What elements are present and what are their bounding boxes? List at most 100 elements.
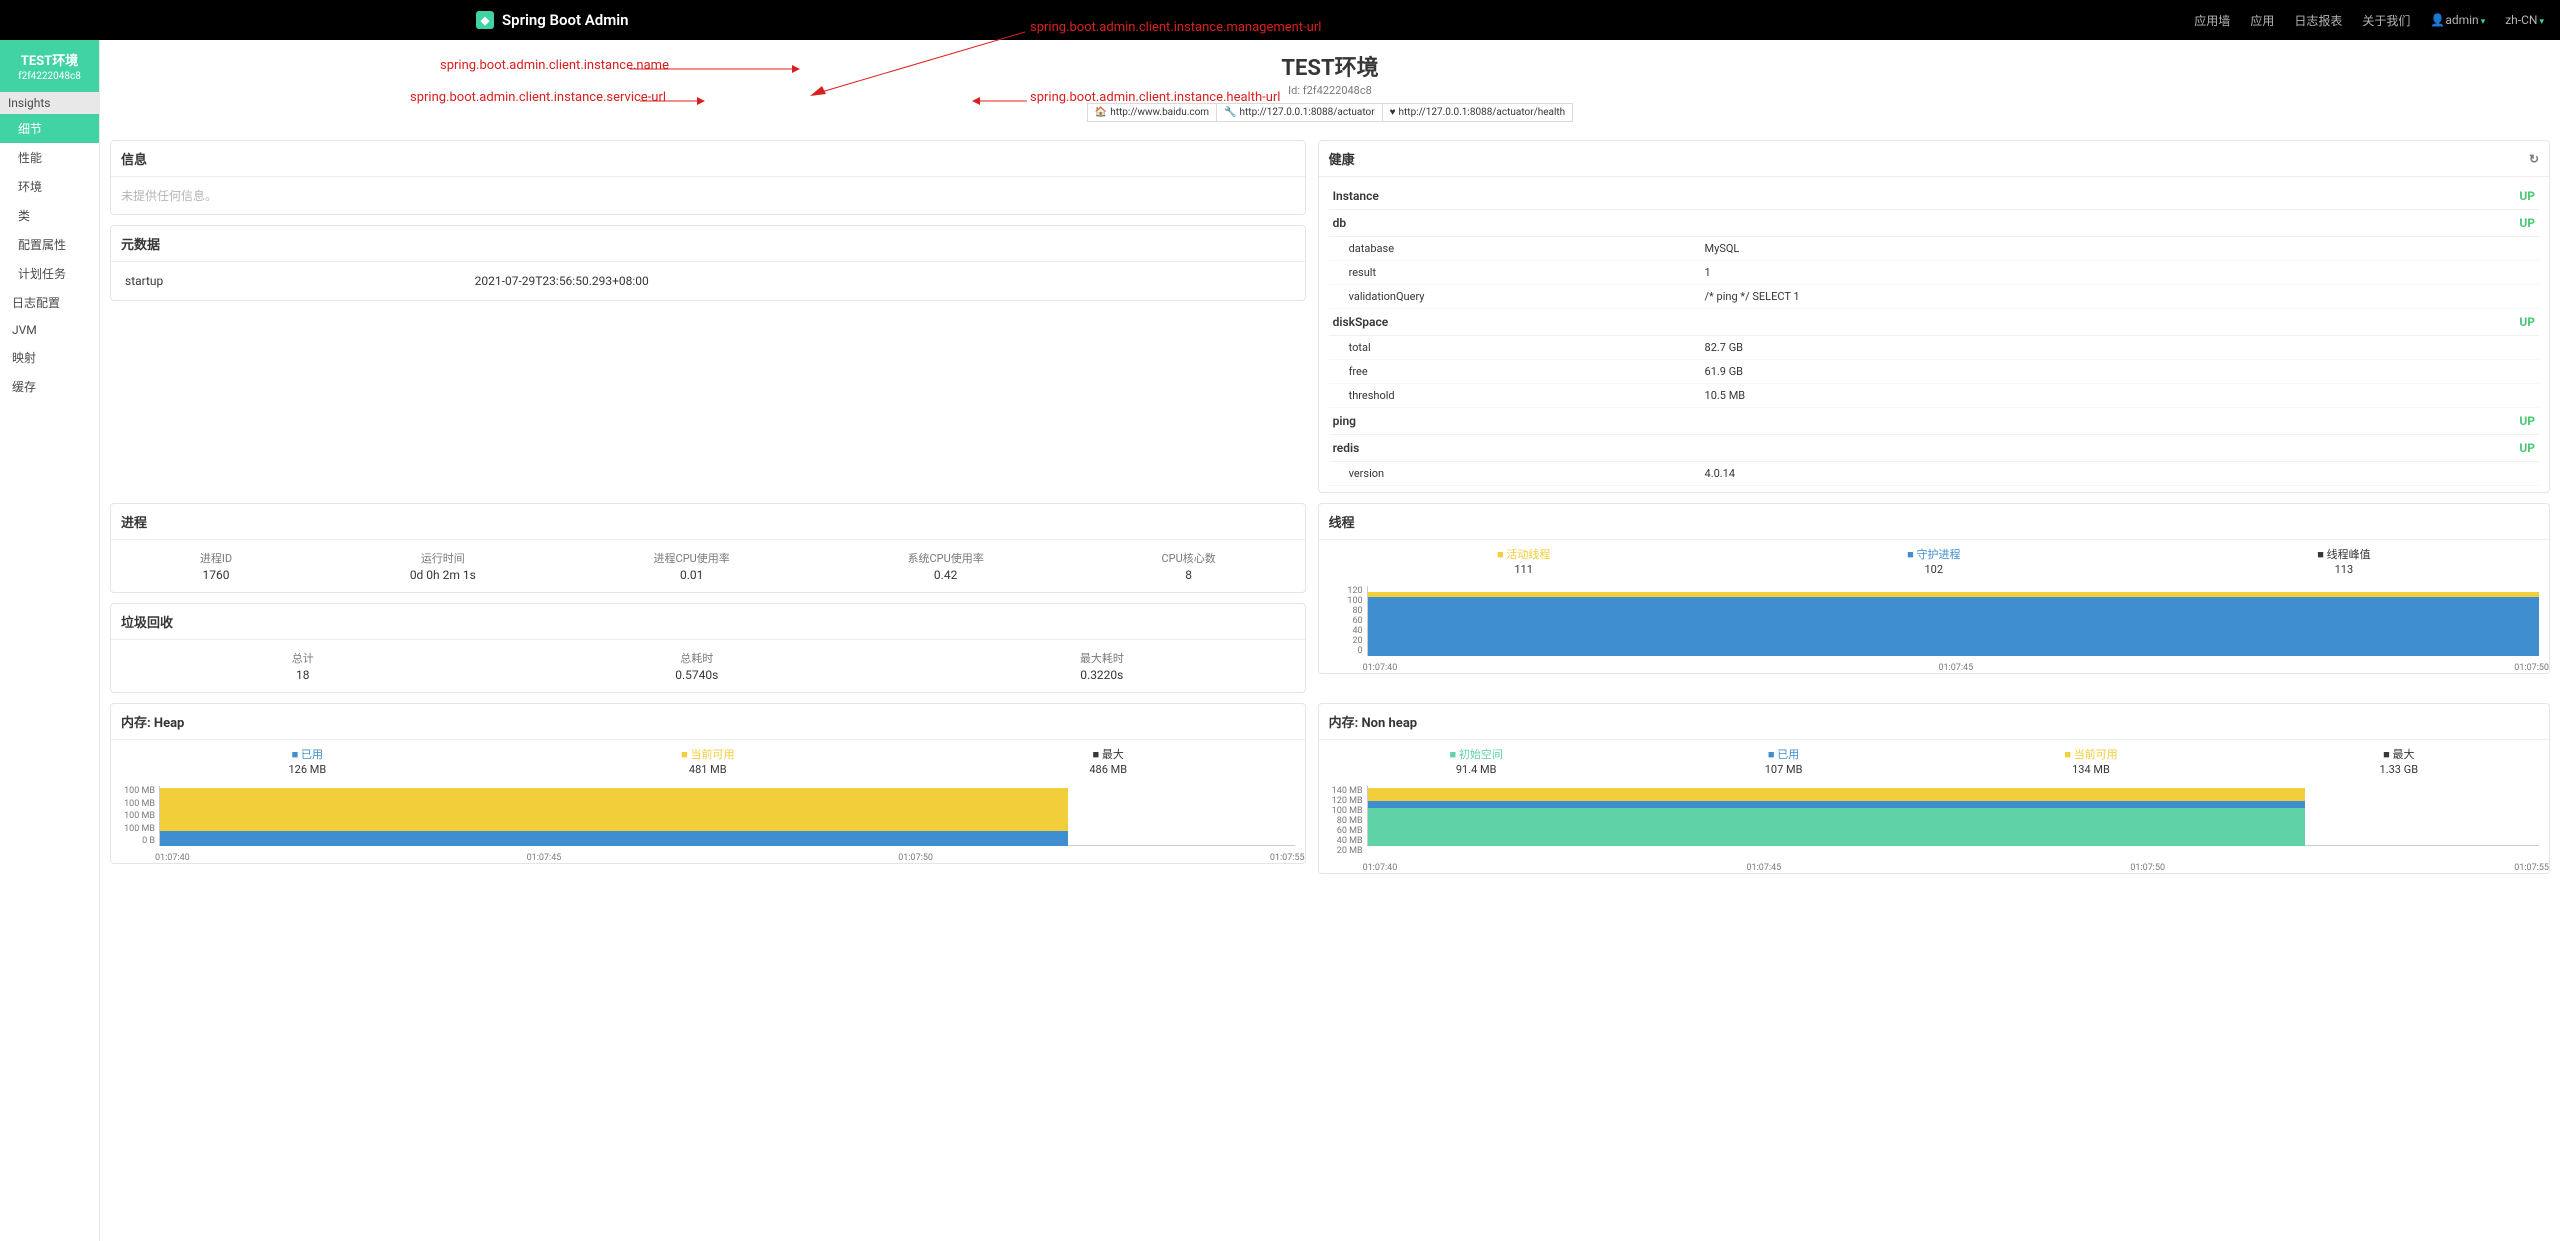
- health-row[interactable]: pingUP: [1329, 408, 2539, 435]
- threads-chart: 120100806040200: [1319, 582, 2549, 660]
- home-icon: 🏠: [1095, 107, 1107, 118]
- health-detail: validationQuery/* ping */ SELECT 1: [1329, 285, 2539, 309]
- sidebar-item-env[interactable]: 环境: [0, 172, 99, 201]
- sidebar-item-details[interactable]: 细节: [0, 114, 99, 143]
- nav-user[interactable]: 👤admin▾: [2430, 13, 2485, 27]
- card-threads: 线程 活动线程111 守护进程102 线程峰值113 120100806040200…: [1318, 503, 2550, 674]
- nav-items: 应用墙 应用 日志报表 关于我们 👤admin▾ zh-CN▾: [2194, 12, 2544, 29]
- sidebar-app-id: f2f4222048c8: [4, 71, 95, 82]
- legend-item: 已用126 MB: [288, 746, 326, 776]
- info-empty: 未提供任何信息。: [111, 177, 1305, 214]
- card-title: 内存: Non heap: [1329, 712, 1418, 731]
- nav-logs[interactable]: 日志报表: [2294, 12, 2342, 29]
- management-url-button[interactable]: 🔧http://127.0.0.1:8088/actuator: [1217, 103, 1383, 122]
- health-detail: databaseMySQL: [1329, 237, 2539, 261]
- legend-item: 最大486 MB: [1089, 746, 1127, 776]
- legend-item: 最大1.33 GB: [2380, 746, 2419, 776]
- legend-item: 守护进程102: [1907, 546, 1960, 576]
- sidebar-app-block[interactable]: TEST环境 f2f4222048c8: [0, 40, 99, 92]
- refresh-icon[interactable]: ↻: [2529, 152, 2539, 166]
- card-title: 进程: [121, 512, 147, 531]
- card-title: 健康: [1329, 149, 1355, 168]
- card-title: 信息: [121, 149, 147, 168]
- health-detail: version4.0.14: [1329, 462, 2539, 486]
- card-title: 线程: [1329, 512, 1355, 531]
- card-health: 健康 ↻ InstanceUPdbUPdatabaseMySQLresult1v…: [1318, 140, 2550, 493]
- sidebar-item-metrics[interactable]: 性能: [0, 143, 99, 172]
- arrow-icon: [972, 96, 1027, 106]
- card-heap: 内存: Heap 已用126 MB 当前可用481 MB 最大486 MB 100 …: [110, 703, 1306, 864]
- heap-chart: 100 MB100 MB100 MB100 MB0 B: [111, 782, 1305, 850]
- nav-apps[interactable]: 应用: [2250, 12, 2274, 29]
- stat: CPU核心数8: [1161, 550, 1215, 582]
- chevron-down-icon: ▾: [2481, 17, 2486, 27]
- annotation-service: spring.boot.admin.client.instance.servic…: [410, 90, 666, 105]
- annotation-management: spring.boot.admin.client.instance.manage…: [1030, 20, 1321, 35]
- card-title: 垃圾回收: [121, 612, 173, 631]
- status-badge: UP: [2519, 189, 2535, 203]
- legend-item: 活动线程111: [1497, 546, 1550, 576]
- wrench-icon: 🔧: [1224, 107, 1236, 118]
- arrow-icon: [630, 64, 800, 74]
- stat: 最大耗时0.3220s: [1080, 650, 1124, 682]
- card-metadata: 元数据 startup 2021-07-29T23:56:50.293+08:0…: [110, 225, 1306, 301]
- sidebar-item-configprops[interactable]: 配置属性: [0, 230, 99, 259]
- stat: 总计18: [292, 650, 314, 682]
- status-badge: UP: [2519, 315, 2535, 329]
- stat: 运行时间0d 0h 2m 1s: [410, 550, 476, 582]
- health-row[interactable]: redisUP: [1329, 435, 2539, 462]
- user-icon: 👤: [2430, 13, 2445, 27]
- legend-item: 线程峰值113: [2317, 546, 2370, 576]
- chevron-down-icon: ▾: [2539, 17, 2544, 27]
- sidebar-item-caches[interactable]: 缓存: [0, 372, 99, 401]
- brand-text: Spring Boot Admin: [502, 11, 629, 29]
- stat: 总耗时0.5740s: [675, 650, 718, 682]
- health-detail: total82.7 GB: [1329, 336, 2539, 360]
- status-badge: UP: [2519, 441, 2535, 455]
- legend-item: 已用107 MB: [1765, 746, 1803, 776]
- service-url-button[interactable]: 🏠http://www.baidu.com: [1087, 103, 1217, 122]
- sidebar-item-mappings[interactable]: 映射: [0, 343, 99, 372]
- card-info: 信息 未提供任何信息。: [110, 140, 1306, 215]
- status-badge: UP: [2519, 216, 2535, 230]
- card-gc: 垃圾回收 总计18 总耗时0.5740s 最大耗时0.3220s: [110, 603, 1306, 693]
- brand[interactable]: ◆ Spring Boot Admin: [476, 11, 629, 29]
- brand-icon: ◆: [476, 11, 494, 29]
- heart-icon: ♥: [1390, 107, 1396, 118]
- legend-item: 当前可用134 MB: [2064, 746, 2117, 776]
- legend-item: 当前可用481 MB: [681, 746, 734, 776]
- sidebar-app-title: TEST环境: [4, 50, 95, 69]
- stat: 进程ID1760: [200, 550, 232, 582]
- health-detail: free61.9 GB: [1329, 360, 2539, 384]
- health-url-button[interactable]: ♥http://127.0.0.1:8088/actuator/health: [1383, 103, 1574, 122]
- health-row[interactable]: diskSpaceUP: [1329, 309, 2539, 336]
- sidebar-item-loggers[interactable]: 日志配置: [0, 288, 99, 317]
- card-nonheap: 内存: Non heap 初始空间91.4 MB 已用107 MB 当前可用134 …: [1318, 703, 2550, 874]
- stat: 进程CPU使用率0.01: [654, 550, 730, 582]
- nav-wall[interactable]: 应用墙: [2194, 12, 2230, 29]
- card-title: 内存: Heap: [121, 712, 184, 731]
- sidebar-item-beans[interactable]: 类: [0, 201, 99, 230]
- sidebar-item-jvm[interactable]: JVM: [0, 317, 99, 343]
- health-row[interactable]: dbUP: [1329, 210, 2539, 237]
- stat: 系统CPU使用率0.42: [908, 550, 984, 582]
- status-badge: UP: [2519, 414, 2535, 428]
- annotation-health: spring.boot.admin.client.instance.health…: [1030, 90, 1280, 105]
- sidebar: TEST环境 f2f4222048c8 Insights 细节 性能 环境 类 …: [0, 40, 100, 1241]
- health-detail: threshold10.5 MB: [1329, 384, 2539, 408]
- sidebar-item-scheduled[interactable]: 计划任务: [0, 259, 99, 288]
- nav-lang[interactable]: zh-CN▾: [2505, 13, 2544, 27]
- nav-about[interactable]: 关于我们: [2362, 12, 2410, 29]
- card-process: 进程 进程ID1760 运行时间0d 0h 2m 1s 进程CPU使用率0.01 系统…: [110, 503, 1306, 593]
- nonheap-chart: 140 MB120 MB100 MB80 MB60 MB40 MB20 MB: [1319, 782, 2549, 860]
- meta-row: startup 2021-07-29T23:56:50.293+08:00: [121, 268, 1295, 294]
- arrow-icon: [640, 96, 705, 106]
- instance-header: TEST环境 Id: f2f4222048c8 🏠http://www.baid…: [110, 40, 2550, 130]
- legend-item: 初始空间91.4 MB: [1450, 746, 1503, 776]
- health-row[interactable]: InstanceUP: [1329, 183, 2539, 210]
- health-detail: result1: [1329, 261, 2539, 285]
- arrow-icon: [810, 28, 1030, 100]
- sidebar-section: Insights: [0, 92, 99, 114]
- url-buttons: 🏠http://www.baidu.com 🔧http://127.0.0.1:…: [110, 103, 2550, 122]
- main: TEST环境 Id: f2f4222048c8 🏠http://www.baid…: [100, 40, 2560, 1241]
